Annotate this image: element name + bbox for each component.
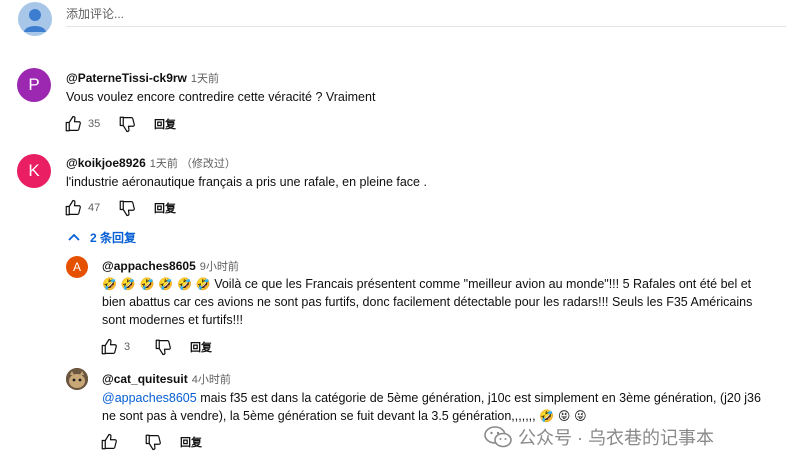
thumbs-down-icon xyxy=(119,116,135,133)
chevron-up-icon xyxy=(68,233,80,241)
thumbs-up-icon xyxy=(65,115,81,132)
cat-photo-icon xyxy=(66,368,88,390)
user-silhouette-icon xyxy=(24,9,46,32)
reply-emojis: 🤣 🤣 🤣 🤣 🤣 🤣 xyxy=(102,277,211,291)
comment-author[interactable]: @PaterneTissi-ck9rw xyxy=(66,71,187,85)
comment-header: @koikjoe8926 1天前 （修改过） xyxy=(66,154,236,172)
reply-button[interactable]: 回复 xyxy=(154,116,176,132)
reply-time[interactable]: 4小时前 xyxy=(192,374,231,386)
like-button[interactable] xyxy=(98,431,120,453)
reply-author[interactable]: @cat_quitesuit xyxy=(102,372,188,386)
reply-actions: 3 回复 xyxy=(98,336,212,358)
thumbs-down-icon xyxy=(119,200,135,217)
comment-time[interactable]: 1天前 xyxy=(191,73,219,85)
reply-button[interactable]: 回复 xyxy=(180,434,202,450)
dislike-button[interactable] xyxy=(116,197,138,219)
comment-time[interactable]: 1天前 （修改过） xyxy=(150,158,236,170)
replies-toggle-label: 2 条回复 xyxy=(90,231,137,245)
comment-text: Vous voulez encore contredire cette véra… xyxy=(66,90,376,104)
reply-header: @appaches8605 9小时前 xyxy=(102,257,239,275)
dislike-button[interactable] xyxy=(116,113,138,135)
reply-avatar[interactable] xyxy=(66,368,88,390)
reply-button[interactable]: 回复 xyxy=(190,339,212,355)
comment-header: @PaterneTissi-ck9rw 1天前 xyxy=(66,69,219,87)
replies-toggle[interactable]: 2 条回复 xyxy=(66,229,136,246)
reply-text-block: @appaches8605 mais f35 est dans la catég… xyxy=(102,389,774,425)
comment-text: l'industrie aéronautique français a pris… xyxy=(66,175,427,189)
reply-author[interactable]: @appaches8605 xyxy=(102,259,196,273)
avatar-letter: P xyxy=(28,75,40,94)
thumbs-up-icon xyxy=(101,433,117,450)
thumbs-up-icon xyxy=(65,199,81,216)
reply-avatar[interactable]: A xyxy=(66,256,88,278)
comment-author[interactable]: @koikjoe8926 xyxy=(66,156,146,170)
like-button[interactable] xyxy=(62,197,84,219)
thumbs-down-icon xyxy=(155,339,171,356)
reply-time[interactable]: 9小时前 xyxy=(200,261,239,273)
watermark-text: 公众号 · 乌衣巷的记事本 xyxy=(518,428,714,448)
avatar-letter: K xyxy=(28,161,40,180)
like-count: 35 xyxy=(88,118,101,130)
wechat-logo-icon xyxy=(484,426,512,448)
current-user-avatar xyxy=(18,2,52,36)
watermark: 公众号 · 乌衣巷的记事本 xyxy=(484,424,714,450)
reply-emojis: 🤣 😝 😜 xyxy=(539,409,587,423)
like-count: 3 xyxy=(124,341,131,353)
add-comment-underline xyxy=(66,26,786,27)
thumbs-down-icon xyxy=(145,434,161,451)
comment-actions: 35 回复 xyxy=(62,113,176,135)
reply-actions: 回复 xyxy=(98,431,202,453)
dislike-button[interactable] xyxy=(142,431,164,453)
comment-avatar[interactable]: K xyxy=(17,154,51,188)
comment-actions: 47 回复 xyxy=(62,197,176,219)
reply-button[interactable]: 回复 xyxy=(154,200,176,216)
reply-text-block: 🤣 🤣 🤣 🤣 🤣 🤣 Voilà ce que les Francais pr… xyxy=(102,275,762,329)
add-comment-input[interactable]: 添加评论... xyxy=(66,5,124,22)
thumbs-up-icon xyxy=(101,338,117,355)
comment-avatar[interactable]: P xyxy=(17,68,51,102)
like-count: 47 xyxy=(88,202,101,214)
reply-text: mais f35 est dans la catégorie de 5ème g… xyxy=(102,391,761,423)
reply-header: @cat_quitesuit 4小时前 xyxy=(102,370,231,388)
reply-mention-link[interactable]: @appaches8605 xyxy=(102,391,197,405)
dislike-button[interactable] xyxy=(152,336,174,358)
avatar-letter: A xyxy=(72,260,81,274)
like-button[interactable] xyxy=(62,113,84,135)
like-button[interactable] xyxy=(98,336,120,358)
